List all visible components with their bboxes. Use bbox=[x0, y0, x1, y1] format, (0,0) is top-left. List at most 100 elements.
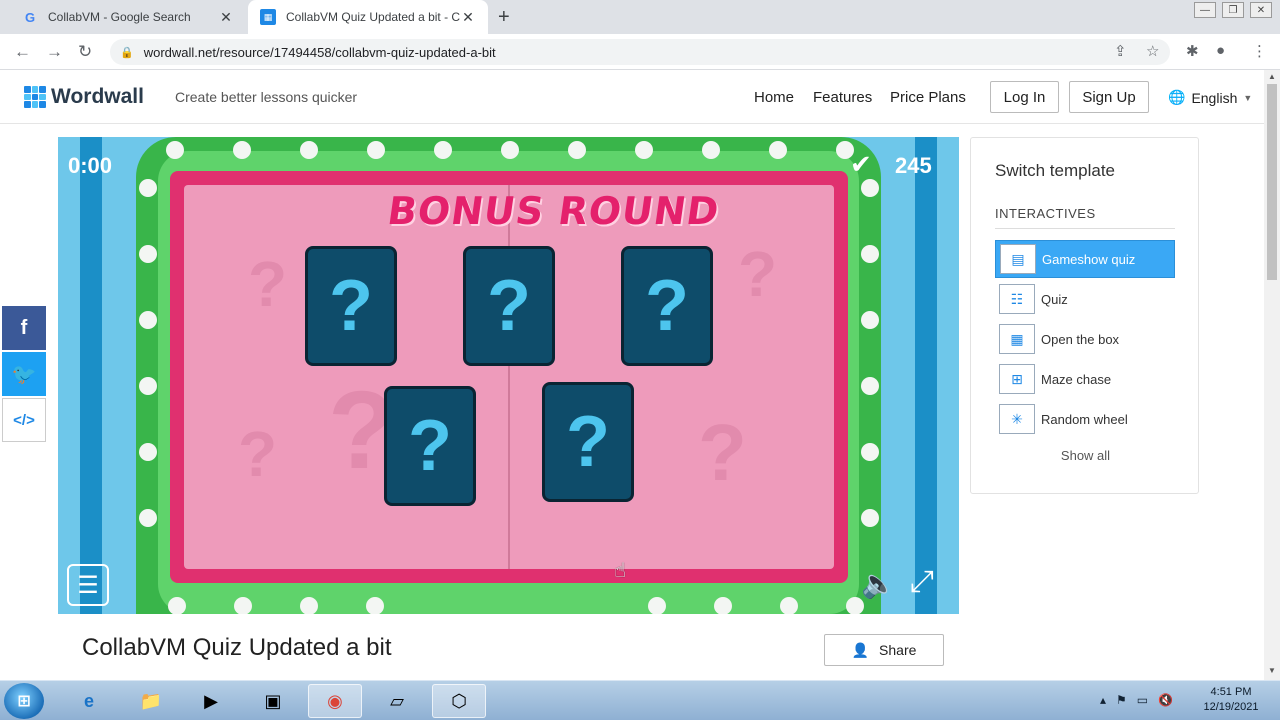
marquee-bulb bbox=[139, 245, 157, 263]
clock-time: 4:51 PM bbox=[1210, 686, 1252, 698]
marquee-bulb bbox=[300, 597, 318, 614]
facebook-icon: f bbox=[20, 316, 28, 339]
tab-wordwall[interactable]: ▦ CollabVM Quiz Updated a bit - C ✕ bbox=[248, 0, 488, 34]
marquee-bulb bbox=[139, 377, 157, 395]
maze-icon: ⊞ bbox=[999, 364, 1035, 394]
side-stripe bbox=[80, 137, 102, 614]
template-maze-chase[interactable]: ⊞ Maze chase bbox=[995, 360, 1175, 398]
marquee-bulb bbox=[434, 141, 452, 159]
decor-question-mark: ? bbox=[248, 248, 288, 320]
mystery-card[interactable]: ? bbox=[542, 382, 634, 502]
twitter-share-button[interactable]: 🐦 bbox=[2, 352, 46, 396]
template-label: Maze chase bbox=[1041, 371, 1112, 387]
extensions-icon[interactable]: ✱ bbox=[1186, 42, 1199, 60]
mystery-card[interactable]: ? bbox=[384, 386, 476, 506]
tray-expand-icon[interactable]: ▴ bbox=[1100, 693, 1106, 707]
volume-muted-icon[interactable]: 🔇 bbox=[1158, 693, 1173, 707]
network-icon[interactable]: ▭ bbox=[1137, 693, 1148, 707]
marquee-bulb bbox=[780, 597, 798, 614]
language-selector[interactable]: 🌐 English ▼ bbox=[1168, 89, 1252, 106]
taskbar-chrome[interactable]: ◉ bbox=[308, 684, 362, 718]
marquee-bulb bbox=[166, 141, 184, 159]
system-tray: ▴ ⚑ ▭ 🔇 bbox=[1100, 693, 1173, 707]
internet-explorer-icon: e bbox=[83, 690, 94, 711]
caret-down-icon: ▼ bbox=[1243, 92, 1253, 103]
marquee-bulb bbox=[702, 141, 720, 159]
forward-button[interactable]: → bbox=[46, 42, 63, 62]
login-button[interactable]: Log In bbox=[990, 81, 1059, 113]
mystery-card[interactable]: ? bbox=[621, 246, 713, 366]
bookmark-star-icon[interactable]: ☆ bbox=[1146, 42, 1159, 60]
window-controls: — ❐ ✕ bbox=[1194, 0, 1272, 18]
taskbar-media-player[interactable]: ▶ bbox=[184, 684, 238, 718]
nav-price-plans[interactable]: Price Plans bbox=[890, 89, 966, 106]
wordwall-icon: ▦ bbox=[260, 9, 276, 25]
marquee-bulb bbox=[300, 141, 318, 159]
wordwall-logo[interactable]: Wordwall bbox=[24, 85, 144, 109]
game-menu-button[interactable]: ☰ bbox=[67, 564, 109, 606]
mystery-card[interactable]: ? bbox=[463, 246, 555, 366]
reload-button[interactable]: ↻ bbox=[78, 42, 92, 62]
marquee-bulb bbox=[139, 443, 157, 461]
template-open-the-box[interactable]: ▦ Open the box bbox=[995, 320, 1175, 358]
embed-button[interactable]: </> bbox=[2, 398, 46, 442]
taskbar-control-panel[interactable]: ▣ bbox=[246, 684, 300, 718]
template-quiz[interactable]: ☷ Quiz bbox=[995, 280, 1175, 318]
volume-icon[interactable]: 🔈 bbox=[861, 567, 896, 600]
back-button[interactable]: ← bbox=[14, 42, 31, 62]
notepad-icon: ▱ bbox=[390, 690, 404, 711]
control-panel-icon: ▣ bbox=[264, 690, 282, 711]
gameshow-icon: ▤ bbox=[1000, 244, 1036, 274]
window-close-button[interactable]: ✕ bbox=[1250, 2, 1272, 18]
show-all-link[interactable]: Show all bbox=[971, 448, 1200, 463]
marquee-bulb bbox=[366, 597, 384, 614]
taskbar-notepad[interactable]: ▱ bbox=[370, 684, 424, 718]
system-clock[interactable]: 4:51 PM 12/19/2021 bbox=[1196, 685, 1266, 715]
browser-menu-icon[interactable]: ⋮ bbox=[1252, 42, 1267, 60]
panel-title: Switch template bbox=[995, 161, 1115, 180]
share-label: Share bbox=[879, 642, 917, 658]
close-icon[interactable]: ✕ bbox=[460, 9, 476, 26]
fullscreen-icon[interactable]: ⤢ bbox=[910, 565, 934, 599]
template-gameshow-quiz[interactable]: ▤ Gameshow quiz bbox=[995, 240, 1175, 278]
profile-icon[interactable]: ● bbox=[1216, 42, 1225, 59]
google-icon: G bbox=[24, 9, 36, 25]
signup-button[interactable]: Sign Up bbox=[1069, 81, 1149, 113]
marquee-bulb bbox=[861, 443, 879, 461]
tab-title: CollabVM Quiz Updated a bit - C bbox=[286, 10, 460, 24]
scroll-up-icon[interactable]: ▲ bbox=[1268, 72, 1276, 81]
close-icon[interactable]: ✕ bbox=[218, 9, 234, 26]
share-page-icon[interactable]: ⇪ bbox=[1114, 42, 1127, 60]
url-field[interactable]: 🔒 wordwall.net/resource/17494458/collabv… bbox=[110, 39, 1170, 65]
scroll-down-icon[interactable]: ▼ bbox=[1268, 666, 1276, 675]
scrollbar-thumb[interactable] bbox=[1267, 84, 1277, 280]
mystery-card[interactable]: ? bbox=[305, 246, 397, 366]
maximize-button[interactable]: ❐ bbox=[1222, 2, 1244, 18]
page-scrollbar[interactable]: ▲ ▼ bbox=[1264, 70, 1280, 680]
marquee-bulb bbox=[769, 141, 787, 159]
nav-home[interactable]: Home bbox=[754, 89, 794, 106]
taskbar-internet-explorer[interactable]: e bbox=[62, 684, 116, 718]
minimize-button[interactable]: — bbox=[1194, 2, 1216, 18]
marquee-bulb bbox=[139, 179, 157, 197]
chrome-icon: ◉ bbox=[327, 690, 343, 711]
tab-google-search[interactable]: G CollabVM - Google Search ✕ bbox=[10, 0, 246, 34]
taskbar-virtualbox[interactable]: ⬡ bbox=[432, 684, 486, 718]
media-player-icon: ▶ bbox=[204, 690, 218, 711]
taskbar-file-explorer[interactable]: 📁 bbox=[124, 684, 178, 718]
marquee-bulb bbox=[139, 509, 157, 527]
quiz-icon: ☷ bbox=[999, 284, 1035, 314]
template-label: Random wheel bbox=[1041, 411, 1128, 427]
game-stage[interactable]: ? ? ? ? ? BONUS ROUND ? ? ? ? ? 0:00 ✔ 2… bbox=[58, 137, 959, 614]
facebook-share-button[interactable]: f bbox=[2, 306, 46, 350]
template-random-wheel[interactable]: ✳ Random wheel bbox=[995, 400, 1175, 438]
start-button[interactable]: ⊞ bbox=[4, 683, 44, 719]
nav-features[interactable]: Features bbox=[813, 89, 872, 106]
share-button[interactable]: 👤 Share bbox=[824, 634, 944, 666]
side-stripe bbox=[915, 137, 937, 614]
new-tab-button[interactable]: + bbox=[498, 6, 510, 29]
flag-icon[interactable]: ⚑ bbox=[1116, 693, 1127, 707]
virtualbox-icon: ⬡ bbox=[451, 690, 467, 711]
logo-text: Wordwall bbox=[51, 85, 144, 108]
site-header: Wordwall Create better lessons quicker H… bbox=[0, 70, 1264, 124]
